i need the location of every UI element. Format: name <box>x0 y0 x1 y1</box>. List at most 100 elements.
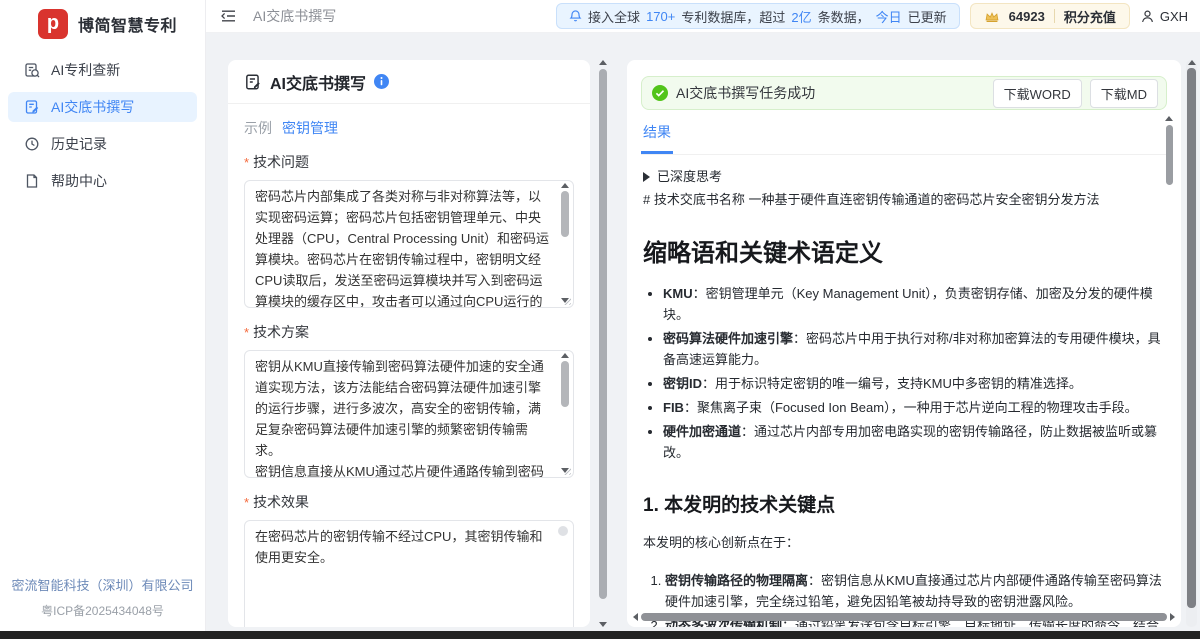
result-tabs: 结果 <box>641 122 1167 155</box>
markdown-content: 已深度思考 # 技术交底书名称 一种基于硬件直连密钥传输通道的密码芯片安全密钥分… <box>627 155 1181 627</box>
term-name: 密钥ID <box>663 376 702 391</box>
divider <box>1054 9 1055 23</box>
clear-icon[interactable] <box>558 526 568 536</box>
download-word-button[interactable]: 下载WORD <box>993 79 1082 108</box>
breadcrumb: AI交底书撰写 <box>253 6 336 26</box>
scrollbar-thumb[interactable] <box>1166 125 1173 185</box>
example-link-key-management[interactable]: 密钥管理 <box>282 118 338 138</box>
form-panel-title: AI交底书撰写 <box>270 70 366 94</box>
banner-highlight: 今日 <box>876 7 902 26</box>
sidebar-collapse-icon[interactable] <box>220 8 237 24</box>
md-title-line: # 技术交底书名称 一种基于硬件直连密钥传输通道的密码芯片安全密钥分发方法 <box>643 189 1165 210</box>
scrollbar-thumb[interactable] <box>561 191 569 237</box>
topbar-right: 接入全球 170+ 专利数据库，超过 2亿 条数据， 今日 已更新 64923 … <box>556 3 1188 29</box>
required-asterisk: * <box>244 325 249 340</box>
scroll-up-icon[interactable] <box>1165 116 1173 121</box>
textarea-scrollbar[interactable] <box>558 183 571 303</box>
scroll-up-icon[interactable] <box>599 60 607 65</box>
sidebar-footer: 密流智能科技（深圳）有限公司 粤ICP备2025434048号 <box>0 575 205 619</box>
scrollbar-thumb[interactable] <box>561 361 569 407</box>
window-bottom-edge <box>0 631 1200 639</box>
brand-logo[interactable]: p 博简智慧专利 <box>0 0 205 39</box>
sidebar-item-label: 帮助中心 <box>51 171 107 191</box>
sidebar-item-label: AI专利查新 <box>51 60 120 80</box>
textarea-technical-solution[interactable]: 密钥从KMU直接传输到密码算法硬件加速的安全通道实现方法，该方法能结合密码算法硬… <box>244 350 574 478</box>
textarea-value: 在密码芯片的密钥传输不经过CPU，其密钥传输和使用更安全。 <box>245 521 573 627</box>
banner-text: 专利数据库，超过 <box>681 7 785 26</box>
logo-p-icon: p <box>38 9 68 39</box>
history-icon <box>24 136 40 152</box>
form-body: 示例 密钥管理 * 技术问题 密码芯片内部集成了各类对称与非对称算法等，以实现密码… <box>228 104 590 627</box>
app-window: p 博简智慧专利 AI专利查新 AI交底书撰写 历史记录 <box>0 0 1200 639</box>
term-name: 硬件加密通道 <box>663 424 741 439</box>
term-name: KMU <box>663 286 693 301</box>
textarea-scrollbar[interactable] <box>558 353 571 473</box>
scrollbar-thumb[interactable] <box>641 613 1167 621</box>
example-label: 示例 <box>244 118 272 138</box>
info-icon[interactable] <box>374 74 389 89</box>
download-md-button[interactable]: 下载MD <box>1090 79 1158 108</box>
disclosure-write-icon <box>24 99 40 115</box>
left-panel-scrollbar[interactable] <box>598 60 608 627</box>
textarea-value: 密钥从KMU直接传输到密码算法硬件加速的安全通道实现方法，该方法能结合密码算法硬… <box>245 351 573 477</box>
recharge-button[interactable]: 积分充值 <box>1064 7 1116 26</box>
term-name: FIB <box>663 400 684 415</box>
sidebar-item-history[interactable]: 历史记录 <box>8 129 197 159</box>
textarea-technical-problem[interactable]: 密码芯片内部集成了各类对称与非对称算法等，以实现密码运算；密码芯片包括密钥管理单… <box>244 180 574 308</box>
scroll-up-icon[interactable] <box>561 183 569 188</box>
top-header: AI交底书撰写 接入全球 170+ 专利数据库，超过 2亿 条数据， 今日 已更… <box>206 0 1200 33</box>
scroll-right-icon[interactable] <box>1170 613 1175 621</box>
result-horizontal-scrollbar[interactable] <box>633 612 1175 622</box>
username: GXH <box>1160 9 1188 24</box>
field-label-problem: 技术问题 <box>253 152 309 172</box>
term-item: 硬件加密通道：通过芯片内部专用加密电路实现的密钥传输路径，防止数据被监听或篡改。 <box>663 421 1165 463</box>
form-panel-header: AI交底书撰写 <box>228 60 590 104</box>
term-desc: ：密钥管理单元（Key Management Unit），负责密钥存储、加密及分… <box>663 286 1153 322</box>
success-check-icon <box>652 85 668 101</box>
task-success-banner: AI交底书撰写任务成功 下载WORD 下载MD <box>641 76 1167 110</box>
keypoint-item: 密钥传输路径的物理隔离：密钥信息从KMU直接通过芯片内部硬件通路传输至密码算法硬… <box>665 570 1165 612</box>
required-asterisk: * <box>244 495 249 510</box>
section-heading-keypoints: 1. 本发明的技术关键点 <box>643 490 1165 517</box>
result-content-scrollbar[interactable] <box>1164 116 1174 185</box>
scroll-up-icon[interactable] <box>561 353 569 358</box>
term-name: 密码算法硬件加速引擎 <box>663 331 793 346</box>
banner-text: 条数据， <box>818 7 870 26</box>
section-heading-terms: 缩略语和关键术语定义 <box>643 233 1165 268</box>
term-item: FIB：聚焦离子束（Focused Ion Beam），一种用于芯片逆向工程的物… <box>663 397 1165 418</box>
crown-icon <box>984 10 1000 23</box>
sidebar-menu: AI专利查新 AI交底书撰写 历史记录 帮助中心 <box>0 55 205 196</box>
textarea-technical-effect[interactable]: 在密码芯片的密钥传输不经过CPU，其密钥传输和使用更安全。 <box>244 520 574 627</box>
icp-number: 粤ICP备2025434048号 <box>0 602 205 619</box>
field-label-solution: 技术方案 <box>253 322 309 342</box>
success-message: AI交底书撰写任务成功 <box>676 83 815 103</box>
help-center-icon <box>24 173 40 189</box>
scroll-left-icon[interactable] <box>633 613 638 621</box>
sidebar-item-patent-search[interactable]: AI专利查新 <box>8 55 197 85</box>
scroll-down-icon[interactable] <box>599 622 607 627</box>
scroll-up-icon[interactable] <box>1188 60 1196 65</box>
page-scrollbar[interactable] <box>1186 60 1197 627</box>
document-pen-icon <box>244 73 262 91</box>
announcement-bell-icon <box>569 9 582 23</box>
sidebar-item-disclosure-writing[interactable]: AI交底书撰写 <box>8 92 197 122</box>
keypoints-intro: 本发明的核心创新点在于： <box>643 532 1165 553</box>
user-icon <box>1140 9 1155 24</box>
scrollbar-thumb[interactable] <box>599 69 607 599</box>
sidebar: p 博简智慧专利 AI专利查新 AI交底书撰写 历史记录 <box>0 0 206 631</box>
deep-think-toggle[interactable]: 已深度思考 <box>643 166 1165 187</box>
sidebar-item-help[interactable]: 帮助中心 <box>8 166 197 196</box>
database-banner: 接入全球 170+ 专利数据库，超过 2亿 条数据， 今日 已更新 <box>556 3 960 29</box>
result-panel: AI交底书撰写任务成功 下载WORD 下载MD 结果 已深度思考 # 技术交底书… <box>627 60 1181 627</box>
points-value: 64923 <box>1009 9 1045 24</box>
required-asterisk: * <box>244 155 249 170</box>
sidebar-item-label: AI交底书撰写 <box>51 97 134 117</box>
company-name: 密流智能科技（深圳）有限公司 <box>0 575 205 594</box>
textarea-value: 密码芯片内部集成了各类对称与非对称算法等，以实现密码运算；密码芯片包括密钥管理单… <box>245 181 573 307</box>
user-menu[interactable]: GXH <box>1140 9 1188 24</box>
term-item: 密码算法硬件加速引擎：密码芯片中用于执行对称/非对称加密算法的专用硬件模块，具备… <box>663 328 1165 370</box>
scrollbar-thumb[interactable] <box>1187 68 1196 608</box>
tab-result[interactable]: 结果 <box>641 122 673 154</box>
points-widget[interactable]: 64923 积分充值 <box>970 3 1130 29</box>
term-item: KMU：密钥管理单元（Key Management Unit），负责密钥存储、加… <box>663 283 1165 325</box>
